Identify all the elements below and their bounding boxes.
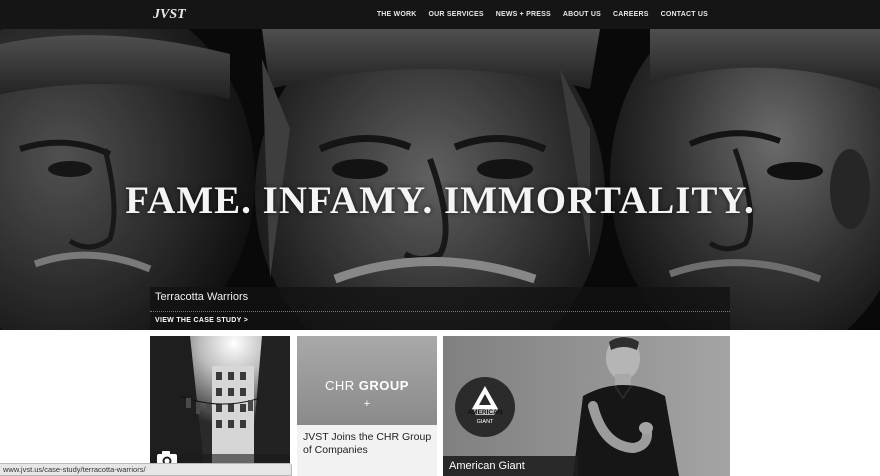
nav-contact-us[interactable]: CONTACT US [661, 11, 708, 18]
instagram-photo-tile[interactable] [150, 336, 290, 476]
jvst-logo[interactable]: JVST [152, 3, 188, 23]
nav-about-us[interactable]: ABOUT US [563, 11, 601, 18]
hero-headline: FAME. INFAMY. IMMORTALITY. [125, 179, 755, 222]
top-nav-bar: JVST THE WORK OUR SERVICES NEWS + PRESS … [0, 0, 880, 29]
svg-text:GIANT: GIANT [477, 419, 494, 425]
american-giant-tile[interactable]: AMERICAN GIANT American Giant [443, 336, 730, 476]
case-study-panel[interactable]: Terracotta Warriors VIEW THE CASE STUDY … [150, 287, 730, 330]
nav-news-press[interactable]: NEWS + PRESS [496, 11, 551, 18]
svg-text:JVST: JVST [152, 7, 187, 22]
chr-group-logo: CHR GROUP [325, 378, 409, 393]
nav-the-work[interactable]: THE WORK [377, 11, 417, 18]
view-case-study-link[interactable]: VIEW THE CASE STUDY > [155, 317, 248, 324]
chr-group-news-tile[interactable]: CHR GROUP + JVST Joins the CHR Group of … [297, 336, 437, 476]
nav-our-services[interactable]: OUR SERVICES [429, 11, 484, 18]
chr-plus-sign: + [363, 398, 371, 410]
chr-news-caption[interactable]: JVST Joins the CHR Group of Companies [303, 431, 433, 457]
american-giant-logo: AMERICAN GIANT [455, 377, 515, 437]
browser-status-bar: www.jvst.us/case-study/terracotta-warrio… [0, 463, 292, 476]
case-study-title: Terracotta Warriors [155, 291, 249, 303]
hero-banner[interactable]: FAME. INFAMY. IMMORTALITY. Terracotta Wa… [0, 29, 880, 330]
svg-text:AMERICAN: AMERICAN [467, 409, 502, 416]
case-divider [150, 311, 730, 312]
main-nav: THE WORK OUR SERVICES NEWS + PRESS ABOUT… [377, 0, 708, 29]
nav-careers[interactable]: CAREERS [613, 11, 649, 18]
american-giant-caption[interactable]: American Giant [449, 460, 525, 472]
